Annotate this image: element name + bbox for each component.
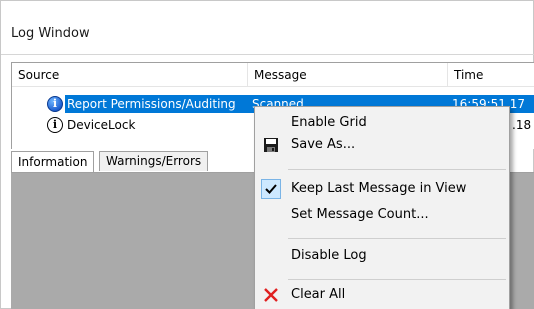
column-header-message[interactable]: Message xyxy=(248,63,448,87)
menu-separator xyxy=(288,169,506,170)
info-icon: i xyxy=(47,96,63,112)
column-header-source[interactable]: Source xyxy=(12,63,248,87)
window-title: Log Window xyxy=(11,26,90,41)
menu-item-disable-log[interactable]: Disable Log xyxy=(257,245,507,267)
menu-separator xyxy=(288,238,506,239)
menu-separator xyxy=(288,279,506,280)
menu-item-label: Set Message Count... xyxy=(291,207,429,222)
column-header-row: Source Message Time xyxy=(12,63,534,87)
row-source: DeviceLock xyxy=(67,118,136,132)
menu-item-clear-all[interactable]: Clear All xyxy=(257,284,507,306)
red-x-icon xyxy=(263,287,279,303)
info-icon: i xyxy=(47,117,63,133)
title-divider xyxy=(1,54,534,55)
row-time: .18 xyxy=(512,118,532,132)
floppy-disk-icon xyxy=(263,137,279,153)
menu-item-set-message-count[interactable]: Set Message Count... xyxy=(257,204,507,226)
checkmark-icon xyxy=(261,179,281,199)
menu-item-enable-grid[interactable]: Enable Grid xyxy=(257,112,507,134)
tab-warnings-errors[interactable]: Warnings/Errors xyxy=(99,151,209,171)
menu-item-label: Disable Log xyxy=(291,248,367,263)
menu-item-label: Enable Grid xyxy=(291,115,367,130)
tab-information[interactable]: Information xyxy=(11,151,95,174)
menu-item-label: Keep Last Message in View xyxy=(291,181,467,196)
row-source: Report Permissions/Auditing xyxy=(67,97,236,111)
column-header-time[interactable]: Time xyxy=(448,63,534,87)
menu-item-save-as[interactable]: Save As... xyxy=(257,134,507,156)
menu-item-keep-last-message[interactable]: Keep Last Message in View xyxy=(257,178,507,200)
context-menu: Enable Grid Save As... Keep Last Message xyxy=(254,106,510,309)
log-window-panel: Log Window Source Message Time i Report … xyxy=(0,0,534,309)
menu-item-label: Clear All xyxy=(291,287,346,302)
menu-item-label: Save As... xyxy=(291,137,356,152)
